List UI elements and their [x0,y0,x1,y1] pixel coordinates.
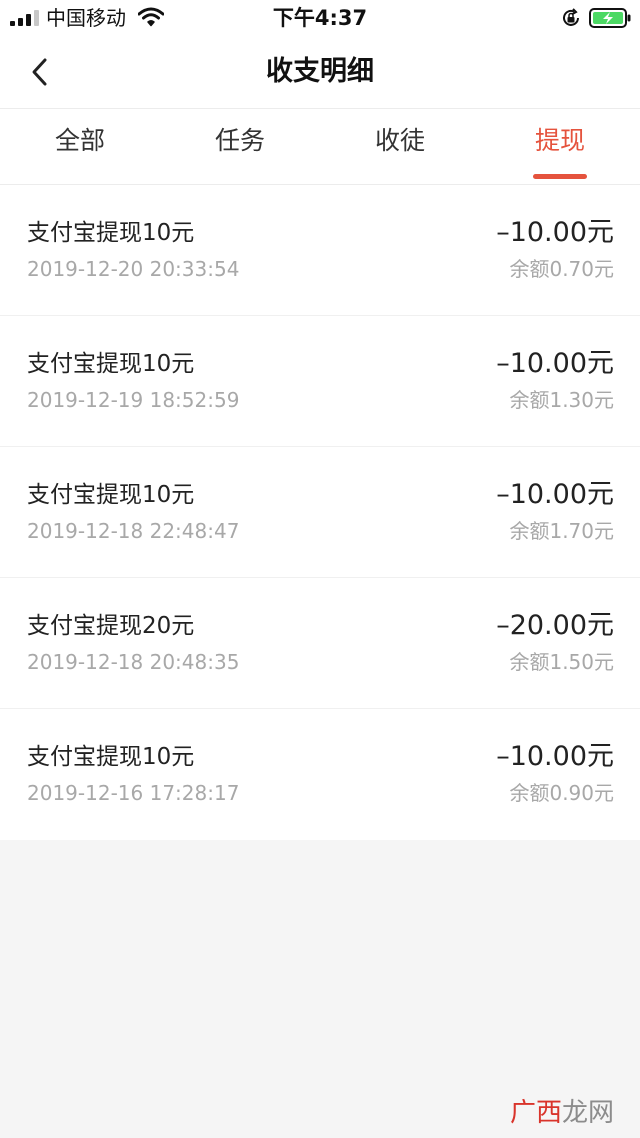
tab-label: 任务 [214,126,265,155]
orientation-lock-icon [563,8,579,26]
record-description: 支付宝提现10元 [27,351,195,377]
record-item: 支付宝提现10元 2019-12-19 18:52:59 –10.00元 余额1… [0,316,640,447]
record-time: 2019-12-20 20:33:54 [27,257,240,281]
record-balance: 余额1.70元 [509,519,614,543]
record-time: 2019-12-19 18:52:59 [27,388,240,412]
record-balance: 余额1.30元 [509,388,614,412]
site-watermark: 广西龙网 [510,1097,614,1129]
record-balance: 余额0.70元 [509,257,614,281]
record-balance: 余额1.50元 [509,650,614,674]
record-time: 2019-12-18 20:48:35 [27,650,240,674]
record-time: 2019-12-18 22:48:47 [27,519,240,543]
record-item: 支付宝提现20元 2019-12-18 20:48:35 –20.00元 余额1… [0,578,640,709]
record-balance: 余额0.90元 [509,781,614,805]
record-description: 支付宝提现10元 [27,220,195,246]
record-description: 支付宝提现10元 [27,744,195,770]
status-bar: 中国移动 下午4:37 [0,0,640,36]
tab-all[interactable]: 全部 [0,109,160,184]
tab-bar: 全部 任务 收徒 提现 [0,109,640,185]
record-amount: –10.00元 [496,348,614,379]
record-amount: –10.00元 [496,741,614,772]
tab-label: 提现 [534,126,585,155]
record-amount: –20.00元 [496,610,614,641]
tab-tasks[interactable]: 任务 [160,109,320,184]
record-amount: –10.00元 [496,217,614,248]
watermark-part-1: 广西 [510,1098,563,1128]
tab-withdrawals[interactable]: 提现 [480,109,640,184]
record-item: 支付宝提现10元 2019-12-18 22:48:47 –10.00元 余额1… [0,447,640,578]
record-time: 2019-12-16 17:28:17 [27,781,240,805]
withdrawal-record-list: 支付宝提现10元 2019-12-20 20:33:54 –10.00元 余额0… [0,185,640,840]
status-time: 下午4:37 [272,6,368,30]
nav-bar: 收支明细 [0,36,640,109]
record-item: 支付宝提现10元 2019-12-20 20:33:54 –10.00元 余额0… [0,185,640,316]
page-title: 收支明细 [266,56,374,87]
tab-label: 全部 [54,126,105,155]
active-tab-indicator [533,174,587,179]
tab-apprentices[interactable]: 收徒 [320,109,480,184]
tab-label: 收徒 [374,126,425,155]
record-item: 支付宝提现10元 2019-12-16 17:28:17 –10.00元 余额0… [0,709,640,840]
record-description: 支付宝提现20元 [27,613,195,639]
watermark-part-2: 龙网 [562,1098,615,1128]
battery-charging-icon [589,8,631,28]
record-amount: –10.00元 [496,479,614,510]
record-description: 支付宝提现10元 [27,482,195,508]
